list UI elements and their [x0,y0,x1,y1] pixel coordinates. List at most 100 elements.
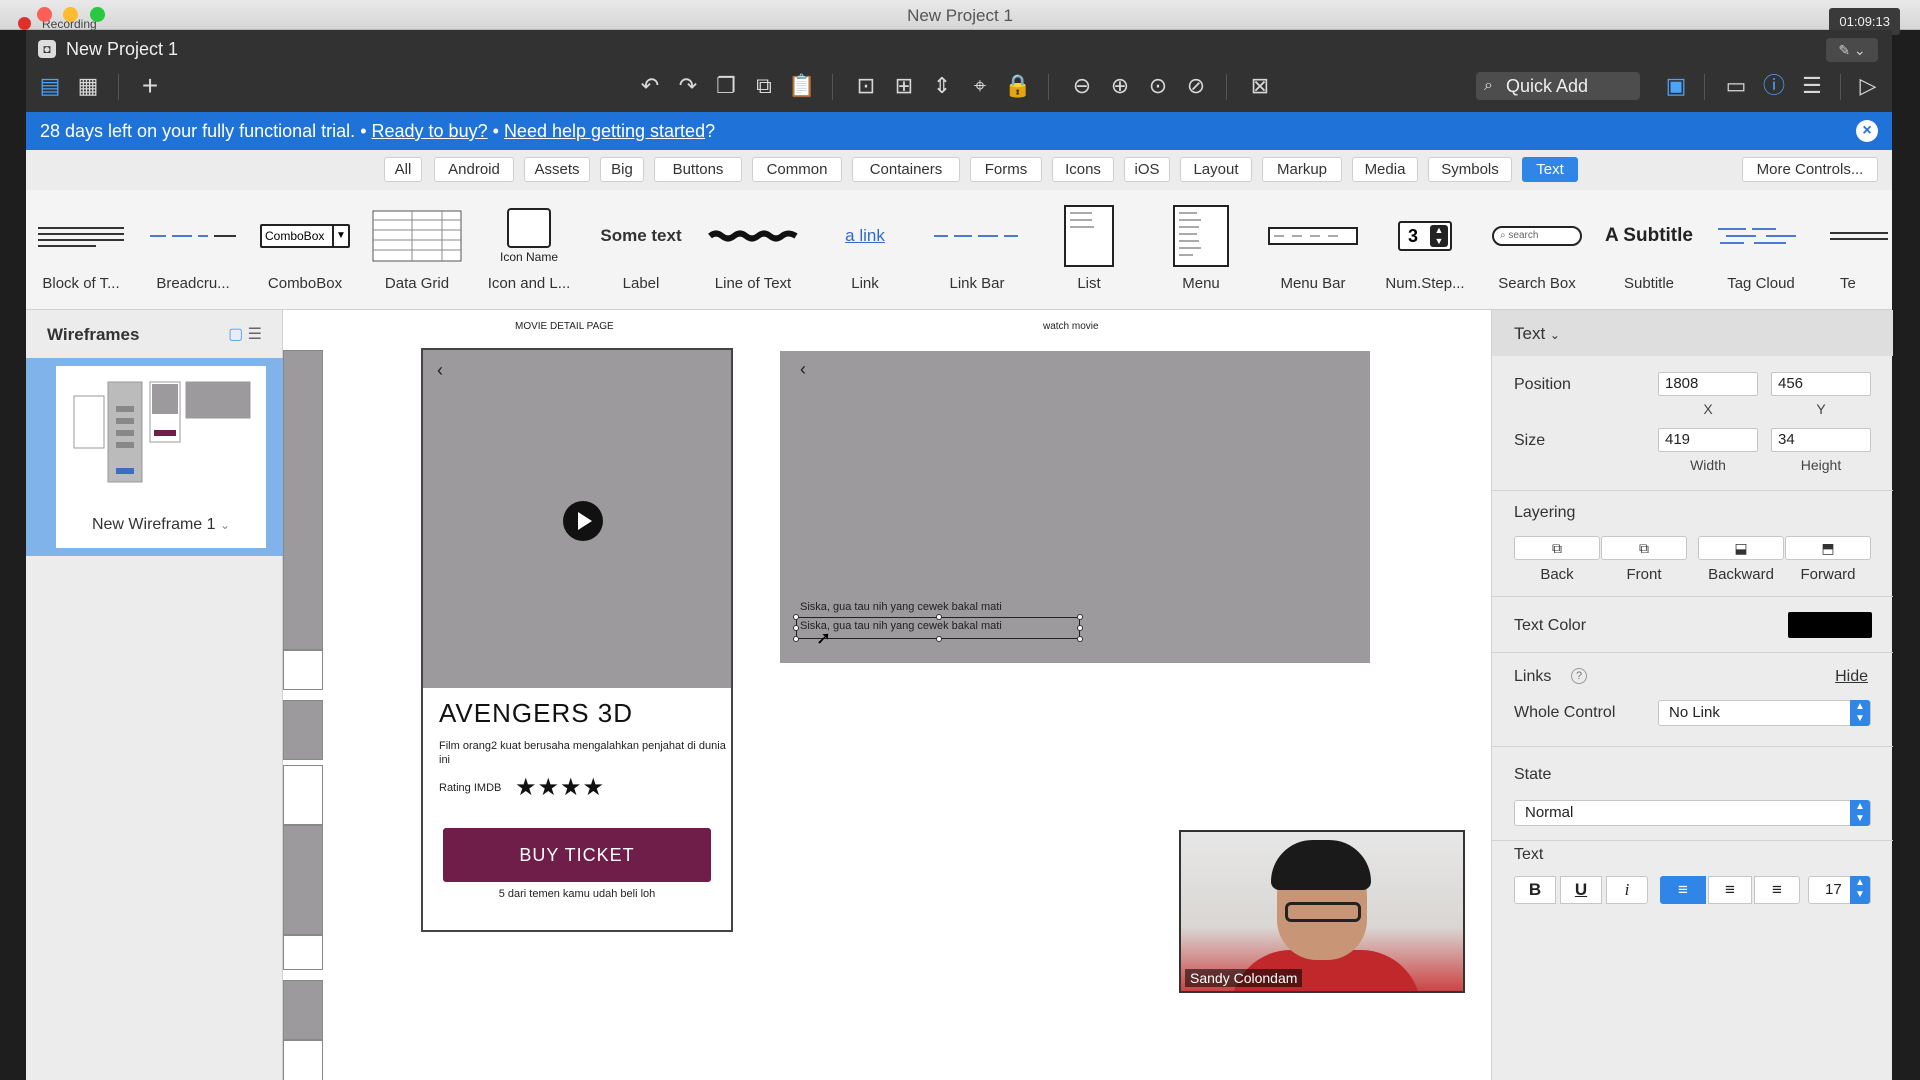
ui-library-icon[interactable]: ▣ [1660,70,1692,102]
filter-markup[interactable]: Markup [1262,157,1342,182]
lib-menu[interactable]: Menu [1146,190,1256,309]
bring-to-front-button[interactable]: ⧉ [1601,536,1687,560]
resize-handle[interactable] [936,636,942,642]
wireframe-canvas[interactable]: MOVIE DETAIL PAGE watch movie ‹ AVENGERS… [283,310,1491,1080]
lib-breadcrumbs[interactable]: Breadcru... [138,190,248,309]
lib-link-bar[interactable]: Link Bar [922,190,1032,309]
filter-media[interactable]: Media [1352,157,1418,182]
italic-button[interactable]: i [1606,876,1648,904]
zoom-fit-icon[interactable]: ⊘ [1180,70,1212,102]
resize-handle[interactable] [793,614,799,620]
paste-icon[interactable]: 📋 [786,70,818,102]
back-chevron-icon[interactable]: ‹ [800,359,806,380]
ungroup-icon[interactable]: ⊞ [888,70,920,102]
height-field[interactable]: 34 [1771,428,1871,452]
filter-ios[interactable]: iOS [1124,157,1170,182]
ready-to-buy-link[interactable]: Ready to buy? [372,121,488,141]
movie-detail-screen[interactable]: ‹ AVENGERS 3D Film orang2 kuat berusaha … [421,348,733,932]
clear-icon[interactable]: ⊠ [1244,70,1276,102]
lib-search-box[interactable]: ⌕ search Search Box [1482,190,1592,309]
filter-buttons[interactable]: Buttons [654,157,742,182]
send-to-back-button[interactable]: ⧉ [1514,536,1600,560]
selection-box[interactable] [793,614,1083,642]
thumbnail-view-icon[interactable]: ▢ [228,326,243,343]
lib-link[interactable]: a link Link [810,190,920,309]
actual-size-icon[interactable]: ⊙ [1142,70,1174,102]
filter-layout[interactable]: Layout [1180,157,1252,182]
duplicate-icon[interactable]: ❐ [710,70,742,102]
help-icon[interactable]: ? [1571,668,1587,684]
lib-menu-bar[interactable]: Menu Bar [1258,190,1368,309]
lock-icon[interactable]: 🔒 [1002,70,1034,102]
notes-icon[interactable]: ☰ [1796,70,1828,102]
text-color-swatch[interactable] [1788,612,1872,638]
group-icon[interactable]: ⊡ [850,70,882,102]
copy-icon[interactable]: ⧉ [748,70,780,102]
play-icon[interactable] [563,501,603,541]
filter-text[interactable]: Text [1522,157,1578,182]
add-wireframe-icon[interactable]: + [134,70,166,102]
resize-handle[interactable] [936,614,942,620]
lib-text-partial[interactable]: Te [1818,190,1892,309]
send-backward-button[interactable]: ⬓ [1698,536,1784,560]
resize-handle[interactable] [1077,636,1083,642]
getting-started-link[interactable]: Need help getting started [504,121,705,141]
bold-button[interactable]: B [1514,876,1556,904]
lib-numeric-stepper[interactable]: 3 ▲ ▼ Num.Step... [1370,190,1480,309]
align-right-icon[interactable]: ≡ [1754,876,1800,904]
hide-links-link[interactable]: Hide [1835,668,1868,686]
lib-label-control[interactable]: Some text Label [586,190,696,309]
zoom-in-icon[interactable]: ⊕ [1104,70,1136,102]
position-y-field[interactable]: 456 [1771,372,1871,396]
zoom-out-icon[interactable]: ⊖ [1066,70,1098,102]
resize-handle[interactable] [793,636,799,642]
lib-list[interactable]: List [1034,190,1144,309]
filter-assets[interactable]: Assets [524,157,590,182]
filter-symbols[interactable]: Symbols [1428,157,1512,182]
back-chevron-icon[interactable]: ‹ [437,360,443,381]
buy-ticket-button[interactable]: BUY TICKET [443,828,711,882]
filter-android[interactable]: Android [434,157,514,182]
filter-common[interactable]: Common [752,157,842,182]
undo-icon[interactable]: ↶ [634,70,666,102]
whole-control-select[interactable]: No Link ▲ ▼ [1658,700,1871,726]
align-center-icon[interactable]: ≡ [1708,876,1752,904]
chevron-down-icon[interactable]: ⌄ [220,518,230,532]
lib-combobox[interactable]: ComboBox ▼ ComboBox [250,190,360,309]
present-icon[interactable]: ▷ [1852,70,1884,102]
edit-mode-button[interactable]: ✎ ⌄ [1826,38,1878,62]
inspector-title[interactable]: Text ⌄ [1514,324,1560,344]
watch-movie-video[interactable]: ‹ Siska, gua tau nih yang cewek bakal ma… [780,351,1370,663]
resize-handle[interactable] [793,625,799,631]
list-view-icon[interactable]: ☰ [248,326,262,343]
wireframe-thumbnail-card[interactable]: New Wireframe 1 ⌄ [56,366,266,548]
lib-data-grid[interactable]: Data Grid [362,190,472,309]
resize-handle[interactable] [1077,625,1083,631]
filter-all[interactable]: All [384,157,422,182]
font-size-stepper[interactable]: 17 ▲ ▼ [1808,876,1871,904]
filter-containers[interactable]: Containers [852,157,960,182]
align-icon[interactable]: ⌖ [964,70,996,102]
resize-handle[interactable] [1077,614,1083,620]
bring-forward-button[interactable]: ⬒ [1785,536,1871,560]
filter-icons[interactable]: Icons [1052,157,1114,182]
lib-block-of-text[interactable]: Block of T... [26,190,136,309]
grid-view-icon[interactable]: ▦ [72,70,104,102]
single-view-icon[interactable]: ▤ [34,70,66,102]
subtitle-line[interactable]: Siska, gua tau nih yang cewek bakal mati [800,601,1002,613]
width-field[interactable]: 419 [1658,428,1758,452]
movie-hero-image[interactable]: ‹ [423,350,731,688]
comment-icon[interactable]: ▭ [1720,70,1752,102]
align-left-icon[interactable]: ≡ [1660,876,1706,904]
lib-tag-cloud[interactable]: Tag Cloud [1706,190,1816,309]
resize-icon[interactable]: ⇕ [926,70,958,102]
filter-big[interactable]: Big [600,157,644,182]
more-controls-button[interactable]: More Controls... [1742,157,1878,182]
state-select[interactable]: Normal ▲ ▼ [1514,800,1871,826]
filter-forms[interactable]: Forms [970,157,1042,182]
lib-subtitle[interactable]: A Subtitle Subtitle [1594,190,1704,309]
underline-button[interactable]: U [1560,876,1602,904]
lib-icon-and-label[interactable]: Icon Name Icon and L... [474,190,584,309]
close-banner-icon[interactable]: × [1856,120,1878,142]
lib-line-of-text[interactable]: Line of Text [698,190,808,309]
